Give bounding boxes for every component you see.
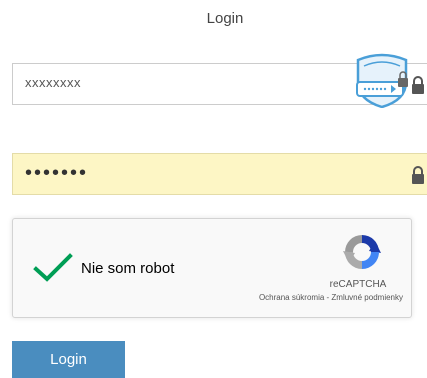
login-button[interactable]: Login — [12, 341, 125, 378]
recaptcha-terms-links[interactable]: Ochrana súkromia - Zmluvné podmienky — [253, 292, 403, 303]
recaptcha-logo-icon — [343, 235, 381, 269]
username-value: xxxxxxxx — [25, 75, 81, 90]
password-value: ••••••• — [25, 162, 89, 184]
recaptcha-brand: reCAPTCHA — [329, 279, 387, 290]
password-field[interactable]: ••••••• — [12, 153, 427, 195]
checkmark-icon[interactable] — [33, 253, 73, 283]
captcha-label: Nie som robot — [81, 260, 175, 277]
password-manager-shield-icon[interactable] — [352, 52, 412, 108]
recaptcha-widget: Nie som robot reCAPTCHA Ochrana súkromia… — [12, 218, 412, 318]
login-page: Login xxxxxxxx ••••••• Nie som robot reC… — [0, 0, 427, 378]
page-title: Login — [206, 10, 244, 27]
lock-icon — [412, 166, 424, 184]
lock-icon — [412, 76, 424, 94]
